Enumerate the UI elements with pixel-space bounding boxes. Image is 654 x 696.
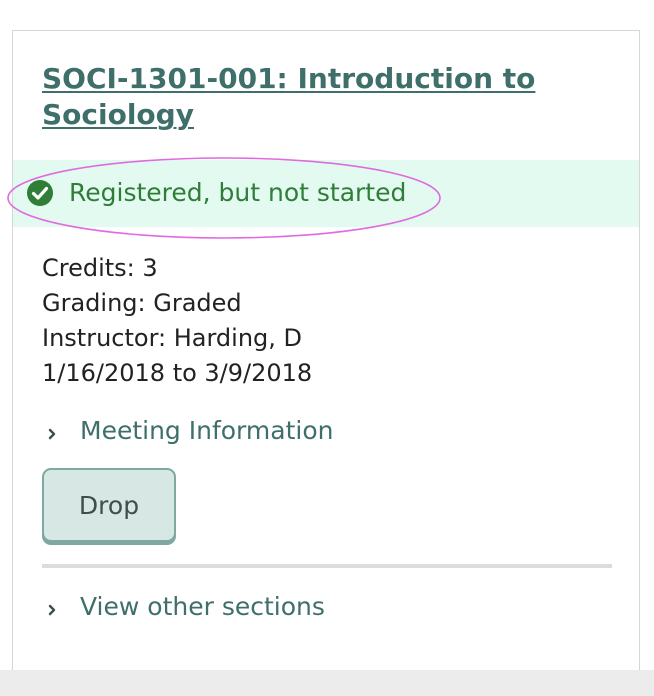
meeting-information-toggle[interactable]: Meeting Information <box>42 414 333 448</box>
chevron-right-icon <box>48 604 56 616</box>
course-title-link[interactable]: SOCI-1301-001: Introduction to Sociology <box>42 61 602 133</box>
credits-text: Credits: 3 <box>42 254 158 282</box>
divider <box>42 564 612 568</box>
instructor-text: Instructor: Harding, D <box>42 324 303 352</box>
date-range-text: 1/16/2018 to 3/9/2018 <box>42 359 313 387</box>
status-text: Registered, but not started <box>69 178 407 207</box>
view-other-sections-label: View other sections <box>80 592 325 621</box>
course-details: Credits: 3 Grading: Graded Instructor: H… <box>42 251 312 391</box>
grading-text: Grading: Graded <box>42 289 242 317</box>
course-card: SOCI-1301-001: Introduction to Sociology… <box>7 30 640 670</box>
meeting-information-label: Meeting Information <box>80 416 334 445</box>
drop-button[interactable]: Drop <box>42 468 176 542</box>
chevron-right-icon <box>48 428 56 440</box>
check-circle-icon <box>27 180 53 206</box>
view-other-sections-toggle[interactable]: View other sections <box>42 590 325 624</box>
